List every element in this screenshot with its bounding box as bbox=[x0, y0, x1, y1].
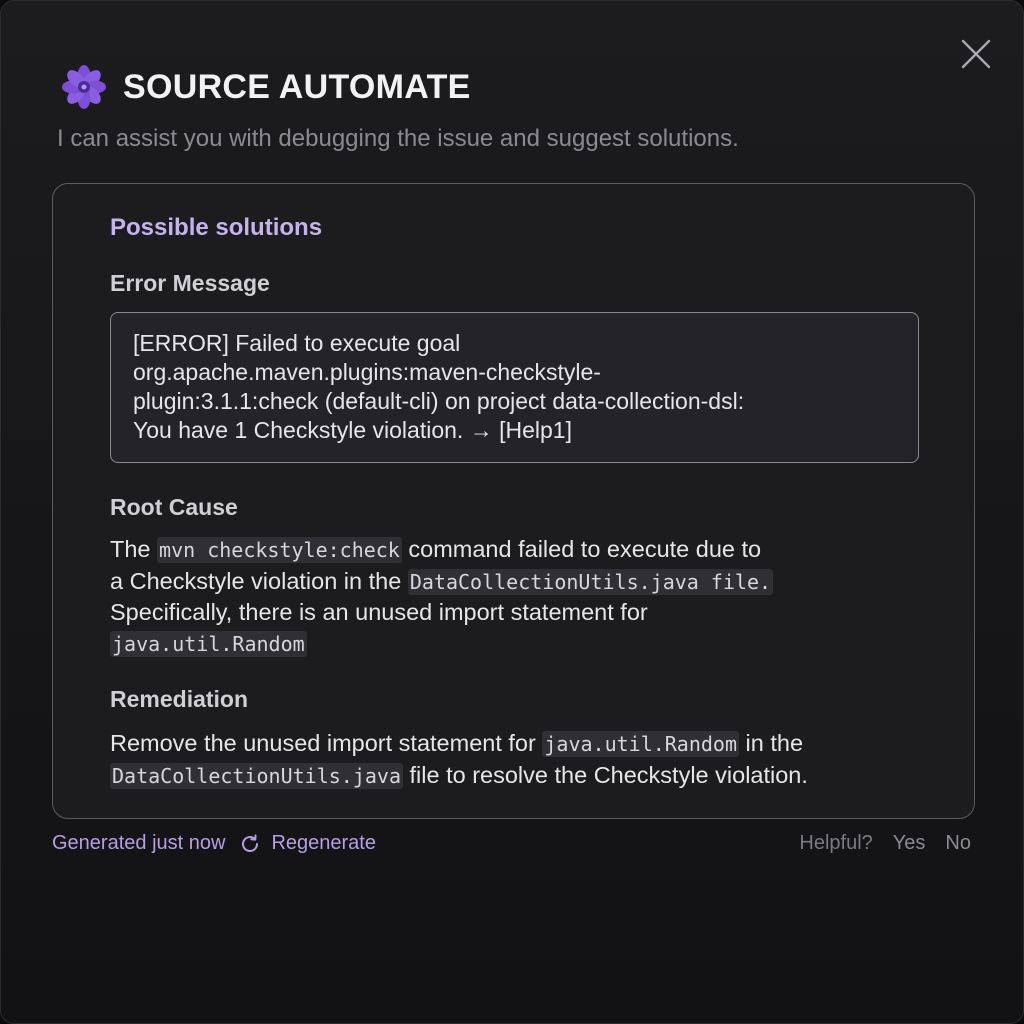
remediation-text: Remove the unused import statement for j… bbox=[110, 728, 808, 791]
remediation-heading: Remediation bbox=[110, 686, 249, 712]
root-cause-text: The mvn checkstyle:check command failed … bbox=[110, 534, 774, 659]
regenerate-label: Regenerate bbox=[271, 832, 376, 854]
inline-code: mvn checkstyle:check bbox=[157, 537, 402, 563]
text-span: file to resolve the Checkstyle violation… bbox=[402, 761, 808, 788]
close-button[interactable] bbox=[955, 33, 997, 75]
generated-label: Generated just now bbox=[52, 832, 226, 854]
text-span: Remove the unused import statement for bbox=[110, 730, 543, 756]
close-icon bbox=[961, 39, 991, 69]
root-cause-heading: Root Cause bbox=[110, 494, 238, 520]
feedback-yes-button[interactable]: Yes bbox=[893, 832, 926, 855]
feedback-no-button[interactable]: No bbox=[945, 832, 971, 855]
text-span: The bbox=[110, 536, 158, 562]
root-cause-line-1: The mvn checkstyle:check command failed … bbox=[110, 536, 762, 563]
error-message-heading: Error Message bbox=[110, 270, 270, 296]
violet-flower-icon bbox=[62, 65, 106, 109]
app-title: SOURCE AUTOMATE bbox=[123, 67, 471, 106]
inline-code: DataCollectionUtils.java file. bbox=[407, 568, 774, 595]
refresh-icon bbox=[242, 834, 259, 852]
generation-status: Generated just now Regenerate bbox=[52, 832, 376, 855]
dialog-header: SOURCE AUTOMATE bbox=[59, 61, 471, 113]
assistant-dialog: SOURCE AUTOMATE I can assist you with de… bbox=[0, 0, 1024, 1024]
card-title: Possible solutions bbox=[110, 214, 323, 241]
assistant-subtitle: I can assist you with debugging the issu… bbox=[57, 125, 739, 152]
remediation-line-1: Remove the unused import statement for j… bbox=[110, 730, 804, 757]
regenerate-button[interactable]: Regenerate bbox=[239, 832, 376, 855]
inline-code: java.util.Random bbox=[542, 731, 740, 757]
root-cause-line-2: a Checkstyle violation in the DataCollec… bbox=[110, 567, 774, 595]
text-span: a Checkstyle violation in the bbox=[110, 567, 408, 594]
app-logo bbox=[59, 62, 109, 112]
solutions-card: Possible solutions Error Message [ERROR]… bbox=[52, 183, 975, 819]
feedback-bar: Helpful? Yes No bbox=[799, 832, 971, 855]
text-span: command failed to execute due to bbox=[401, 536, 762, 562]
error-message-box: [ERROR] Failed to execute goal org.apach… bbox=[110, 312, 919, 463]
root-cause-line-3: Specifically, there is an unused import … bbox=[110, 599, 648, 625]
inline-code: java.util.Random bbox=[110, 630, 307, 657]
helpful-label: Helpful? bbox=[799, 832, 873, 854]
remediation-line-2: DataCollectionUtils.java file to resolve… bbox=[110, 761, 808, 789]
text-span: in the bbox=[739, 730, 804, 756]
error-message-text: [ERROR] Failed to execute goal org.apach… bbox=[133, 330, 745, 443]
inline-code: DataCollectionUtils.java bbox=[110, 762, 403, 789]
